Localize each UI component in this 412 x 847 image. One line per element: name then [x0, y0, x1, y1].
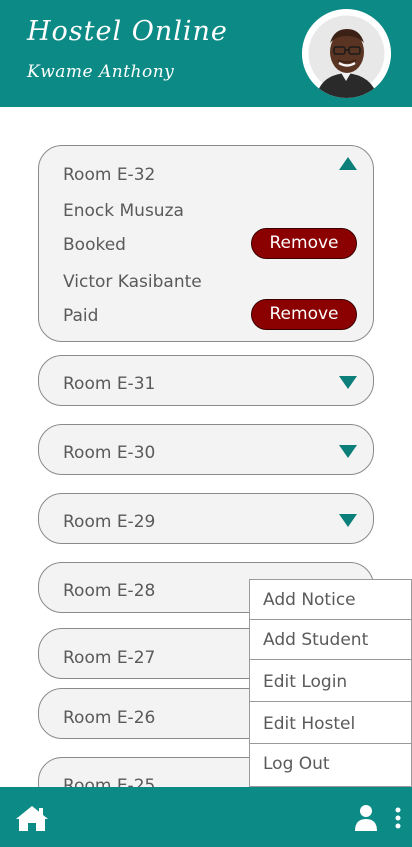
app-title: Hostel Online — [27, 16, 228, 47]
user-name: Kwame Anthony — [27, 62, 175, 82]
menu-item-add-student[interactable]: Add Student — [250, 620, 411, 660]
remove-button[interactable]: Remove — [251, 228, 357, 259]
menu-item-log-out[interactable]: Log Out — [250, 744, 411, 784]
expand-arrow-icon[interactable] — [339, 514, 357, 527]
person-icon[interactable] — [354, 804, 378, 832]
expand-arrow-icon[interactable] — [339, 376, 357, 389]
avatar-image — [302, 9, 391, 98]
menu-item-add-notice[interactable]: Add Notice — [250, 580, 411, 620]
room-card-e32[interactable]: Room E-32 Enock Musuza Booked Remove Vic… — [38, 145, 374, 342]
room-name: Room E-30 — [63, 443, 156, 463]
bottom-nav-bar — [0, 787, 412, 847]
expand-arrow-icon[interactable] — [339, 445, 357, 458]
room-card-e29[interactable]: Room E-29 — [38, 493, 374, 544]
room-card-e31[interactable]: Room E-31 — [38, 355, 374, 406]
room-name: Room E-31 — [63, 374, 156, 394]
occupant-name: Enock Musuza — [63, 201, 184, 221]
room-name: Room E-27 — [63, 648, 156, 668]
occupant-name: Victor Kasibante — [63, 272, 202, 292]
occupant-status: Paid — [63, 306, 99, 326]
more-vert-icon[interactable] — [394, 807, 402, 829]
room-name: Room E-28 — [63, 581, 156, 601]
room-card-e30[interactable]: Room E-30 — [38, 424, 374, 475]
avatar[interactable] — [302, 9, 391, 98]
occupant-status: Booked — [63, 235, 126, 255]
menu-item-edit-hostel[interactable]: Edit Hostel — [250, 704, 411, 744]
menu-item-edit-login[interactable]: Edit Login — [250, 662, 411, 702]
options-menu: Add Notice Add Student Edit Login Edit H… — [249, 579, 412, 787]
remove-button[interactable]: Remove — [251, 299, 357, 330]
collapse-arrow-icon[interactable] — [339, 157, 357, 170]
room-name: Room E-32 — [63, 165, 156, 185]
room-name: Room E-26 — [63, 708, 156, 728]
room-name: Room E-25 — [63, 776, 156, 787]
app-header: Hostel Online Kwame Anthony — [0, 0, 412, 107]
home-icon[interactable] — [15, 804, 49, 832]
room-name: Room E-29 — [63, 512, 156, 532]
